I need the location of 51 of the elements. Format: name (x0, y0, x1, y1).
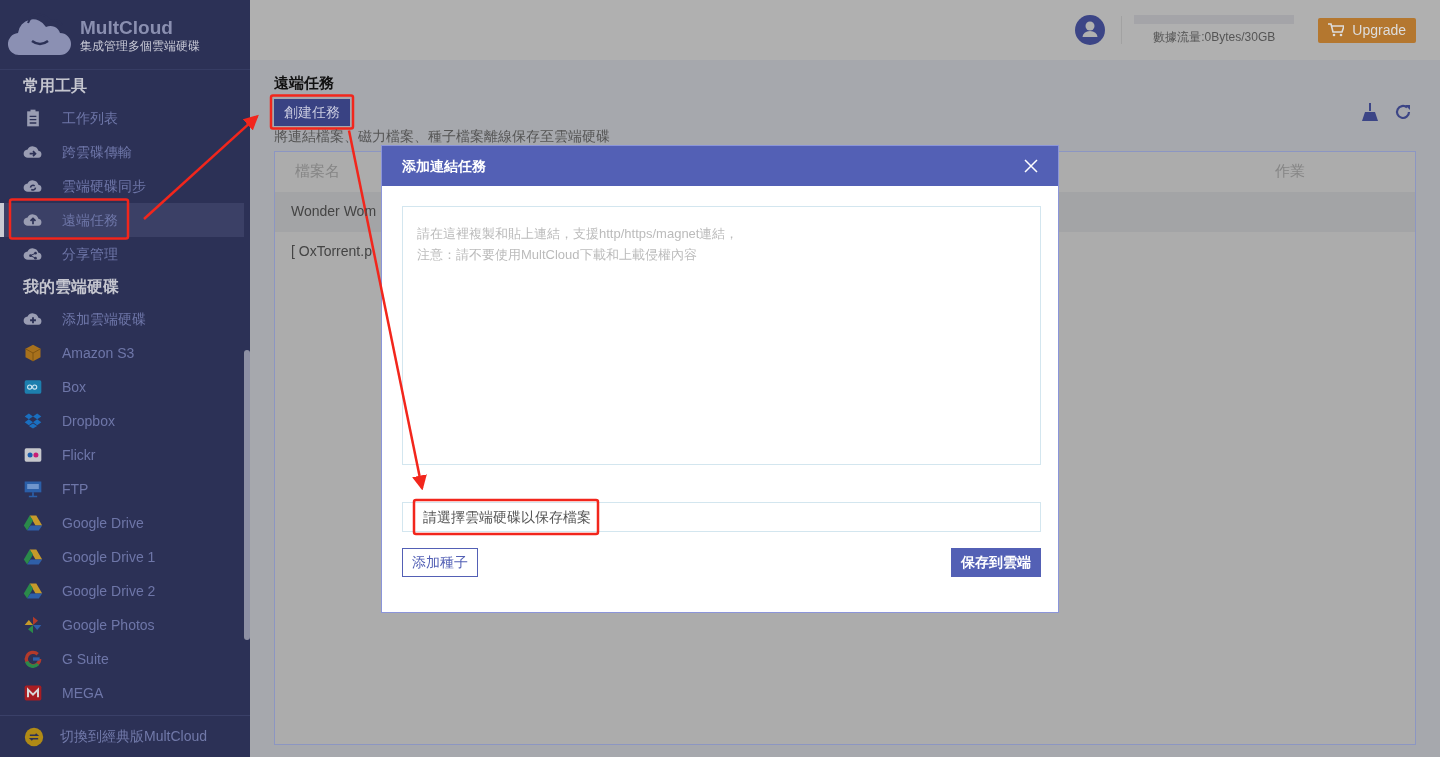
save-location-field[interactable]: 請選擇雲端硬碟以保存檔案 (402, 502, 1041, 532)
cube-icon (22, 343, 44, 363)
logo-tagline: 集成管理多個雲端硬碟 (80, 38, 200, 53)
sidebar-item[interactable]: 分享管理 (0, 237, 244, 271)
sidebar-item[interactable]: G Suite (0, 642, 244, 676)
sidebar-item[interactable]: Amazon S3 (0, 336, 244, 370)
refresh-icon[interactable] (1394, 103, 1412, 121)
sidebar-item[interactable]: 遠端任務 (0, 203, 244, 237)
sidebar-item[interactable]: 工作列表 (0, 101, 244, 135)
create-task-button[interactable]: 創建任務 (274, 98, 350, 126)
save-to-cloud-button[interactable]: 保存到雲端 (951, 548, 1041, 577)
cart-icon (1328, 23, 1345, 37)
sidebar-item[interactable]: 雲端硬碟同步 (0, 169, 244, 203)
add-seed-button[interactable]: 添加種子 (402, 548, 478, 577)
upgrade-button[interactable]: Upgrade (1318, 17, 1416, 43)
dropbox-icon (22, 411, 44, 431)
box-logo-icon (22, 377, 44, 397)
section-heading: 我的雲端硬碟 (22, 277, 120, 297)
switch-link[interactable]: 切換到經典版MultCloud (60, 726, 208, 747)
sidebar-item[interactable]: Google Drive 2 (0, 574, 244, 608)
section-heading: 常用工具 (22, 76, 88, 96)
broom-icon[interactable] (1362, 103, 1378, 121)
sidebar-item[interactable]: MEGA (0, 676, 244, 710)
dialog-title: 添加連結任務 (402, 156, 486, 176)
description-text: 將連結檔案、磁力檔案、種子檔案離線保存至雲端硬碟 (274, 126, 610, 146)
link-input-field[interactable]: 請在這裡複製和貼上連結，支援http/https/magnet連結，注意：請不要使用MultCloud下載和上載侵權內容 (402, 206, 1041, 465)
sidebar-item[interactable]: Google Photos (0, 608, 244, 642)
drive-icon (22, 513, 44, 533)
scrollbar-thumb[interactable] (244, 350, 250, 640)
flickr-icon (22, 445, 44, 465)
page-title: 遠端任務 (274, 73, 335, 93)
table-cell-text: [ OxTorrent.p (291, 242, 372, 261)
sidebar-item[interactable]: 添加雲端硬碟 (0, 302, 244, 336)
drive-icon (22, 547, 44, 567)
logo-text: MultCloud (80, 16, 174, 39)
sidebar-item[interactable]: Dropbox (0, 404, 244, 438)
traffic-text: 數據流量:0Bytes/30GB (1153, 28, 1276, 46)
sidebar-item[interactable]: FTP (0, 472, 244, 506)
sidebar-item[interactable]: Flickr (0, 438, 244, 472)
mega-icon (22, 683, 44, 703)
close-icon[interactable] (1024, 159, 1038, 173)
avatar-icon[interactable] (1075, 15, 1106, 45)
drive-icon (22, 581, 44, 601)
sidebar-item[interactable]: Google Drive (0, 506, 244, 540)
switch-icon (24, 726, 44, 747)
pinwheel-icon (22, 615, 44, 635)
sidebar-item[interactable]: Box (0, 370, 244, 404)
sidebar-item[interactable]: Google Drive 1 (0, 540, 244, 574)
sidebar-item[interactable]: 跨雲碟傳輸 (0, 135, 244, 169)
monitor-icon (22, 479, 44, 499)
google-g-icon (22, 649, 44, 669)
